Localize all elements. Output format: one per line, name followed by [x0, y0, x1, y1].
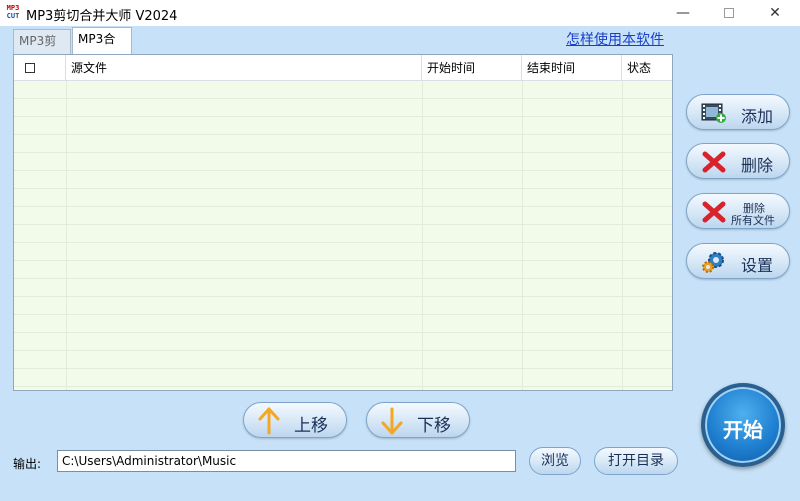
- settings-button-label: 设置: [741, 256, 774, 275]
- add-button-label: 添加: [741, 107, 774, 126]
- tab-mp3-merge[interactable]: MP3合并: [72, 27, 132, 69]
- help-link[interactable]: 怎样使用本软件: [566, 29, 664, 49]
- column-source-file[interactable]: 源文件: [66, 55, 422, 81]
- logo-text-bottom: CUT: [6, 12, 20, 20]
- red-x-icon: [701, 200, 727, 224]
- delete-all-button[interactable]: 删除 所有文件: [686, 193, 790, 229]
- select-all-checkbox[interactable]: [25, 63, 35, 73]
- arrow-up-icon: [258, 407, 280, 435]
- minimize-button[interactable]: —: [660, 0, 706, 26]
- column-end-time[interactable]: 结束时间: [522, 55, 622, 81]
- delete-button[interactable]: 删除: [686, 143, 790, 179]
- column-status[interactable]: 状态: [622, 55, 672, 81]
- title-bar: MP3 CUT MP3剪切合并大师 V2024 — ✕: [0, 0, 800, 26]
- file-table[interactable]: 源文件 开始时间 结束时间 状态: [13, 54, 673, 391]
- open-directory-button[interactable]: 打开目录: [594, 447, 678, 475]
- settings-button[interactable]: 设置: [686, 243, 790, 279]
- gear-icon: [701, 250, 727, 274]
- column-divider: [522, 81, 523, 390]
- start-button[interactable]: 开始: [701, 383, 785, 467]
- table-body: [14, 81, 672, 390]
- tab-mp3-cut[interactable]: MP3剪切: [13, 29, 71, 71]
- minimize-icon: —: [676, 5, 690, 21]
- output-label: 输出:: [13, 457, 42, 471]
- red-x-icon: [701, 150, 727, 174]
- start-button-label: 开始: [723, 418, 763, 442]
- add-button[interactable]: 添加: [686, 94, 790, 130]
- column-divider: [622, 81, 623, 390]
- delete-button-label: 删除: [741, 156, 774, 175]
- close-icon: ✕: [769, 5, 781, 21]
- logo-text-top: MP3: [6, 4, 20, 12]
- arrow-down-icon: [381, 407, 403, 435]
- output-path-input[interactable]: [57, 450, 516, 472]
- delete-all-label-line2: 所有文件: [731, 214, 775, 227]
- column-divider: [66, 81, 67, 390]
- maximize-button[interactable]: [706, 0, 752, 26]
- move-up-label: 上移: [294, 416, 328, 436]
- browse-button[interactable]: 浏览: [529, 447, 581, 475]
- window-title: MP3剪切合并大师 V2024: [26, 9, 178, 24]
- column-divider: [422, 81, 423, 390]
- app-logo-icon: MP3 CUT: [4, 4, 22, 22]
- column-start-time[interactable]: 开始时间: [422, 55, 522, 81]
- move-up-button[interactable]: 上移: [243, 402, 347, 438]
- close-button[interactable]: ✕: [752, 0, 798, 26]
- move-down-label: 下移: [417, 416, 451, 436]
- header-select-all[interactable]: [14, 55, 66, 81]
- maximize-icon: [724, 8, 734, 18]
- table-header: 源文件 开始时间 结束时间 状态: [14, 55, 672, 81]
- move-down-button[interactable]: 下移: [366, 402, 470, 438]
- film-add-icon: [701, 101, 727, 125]
